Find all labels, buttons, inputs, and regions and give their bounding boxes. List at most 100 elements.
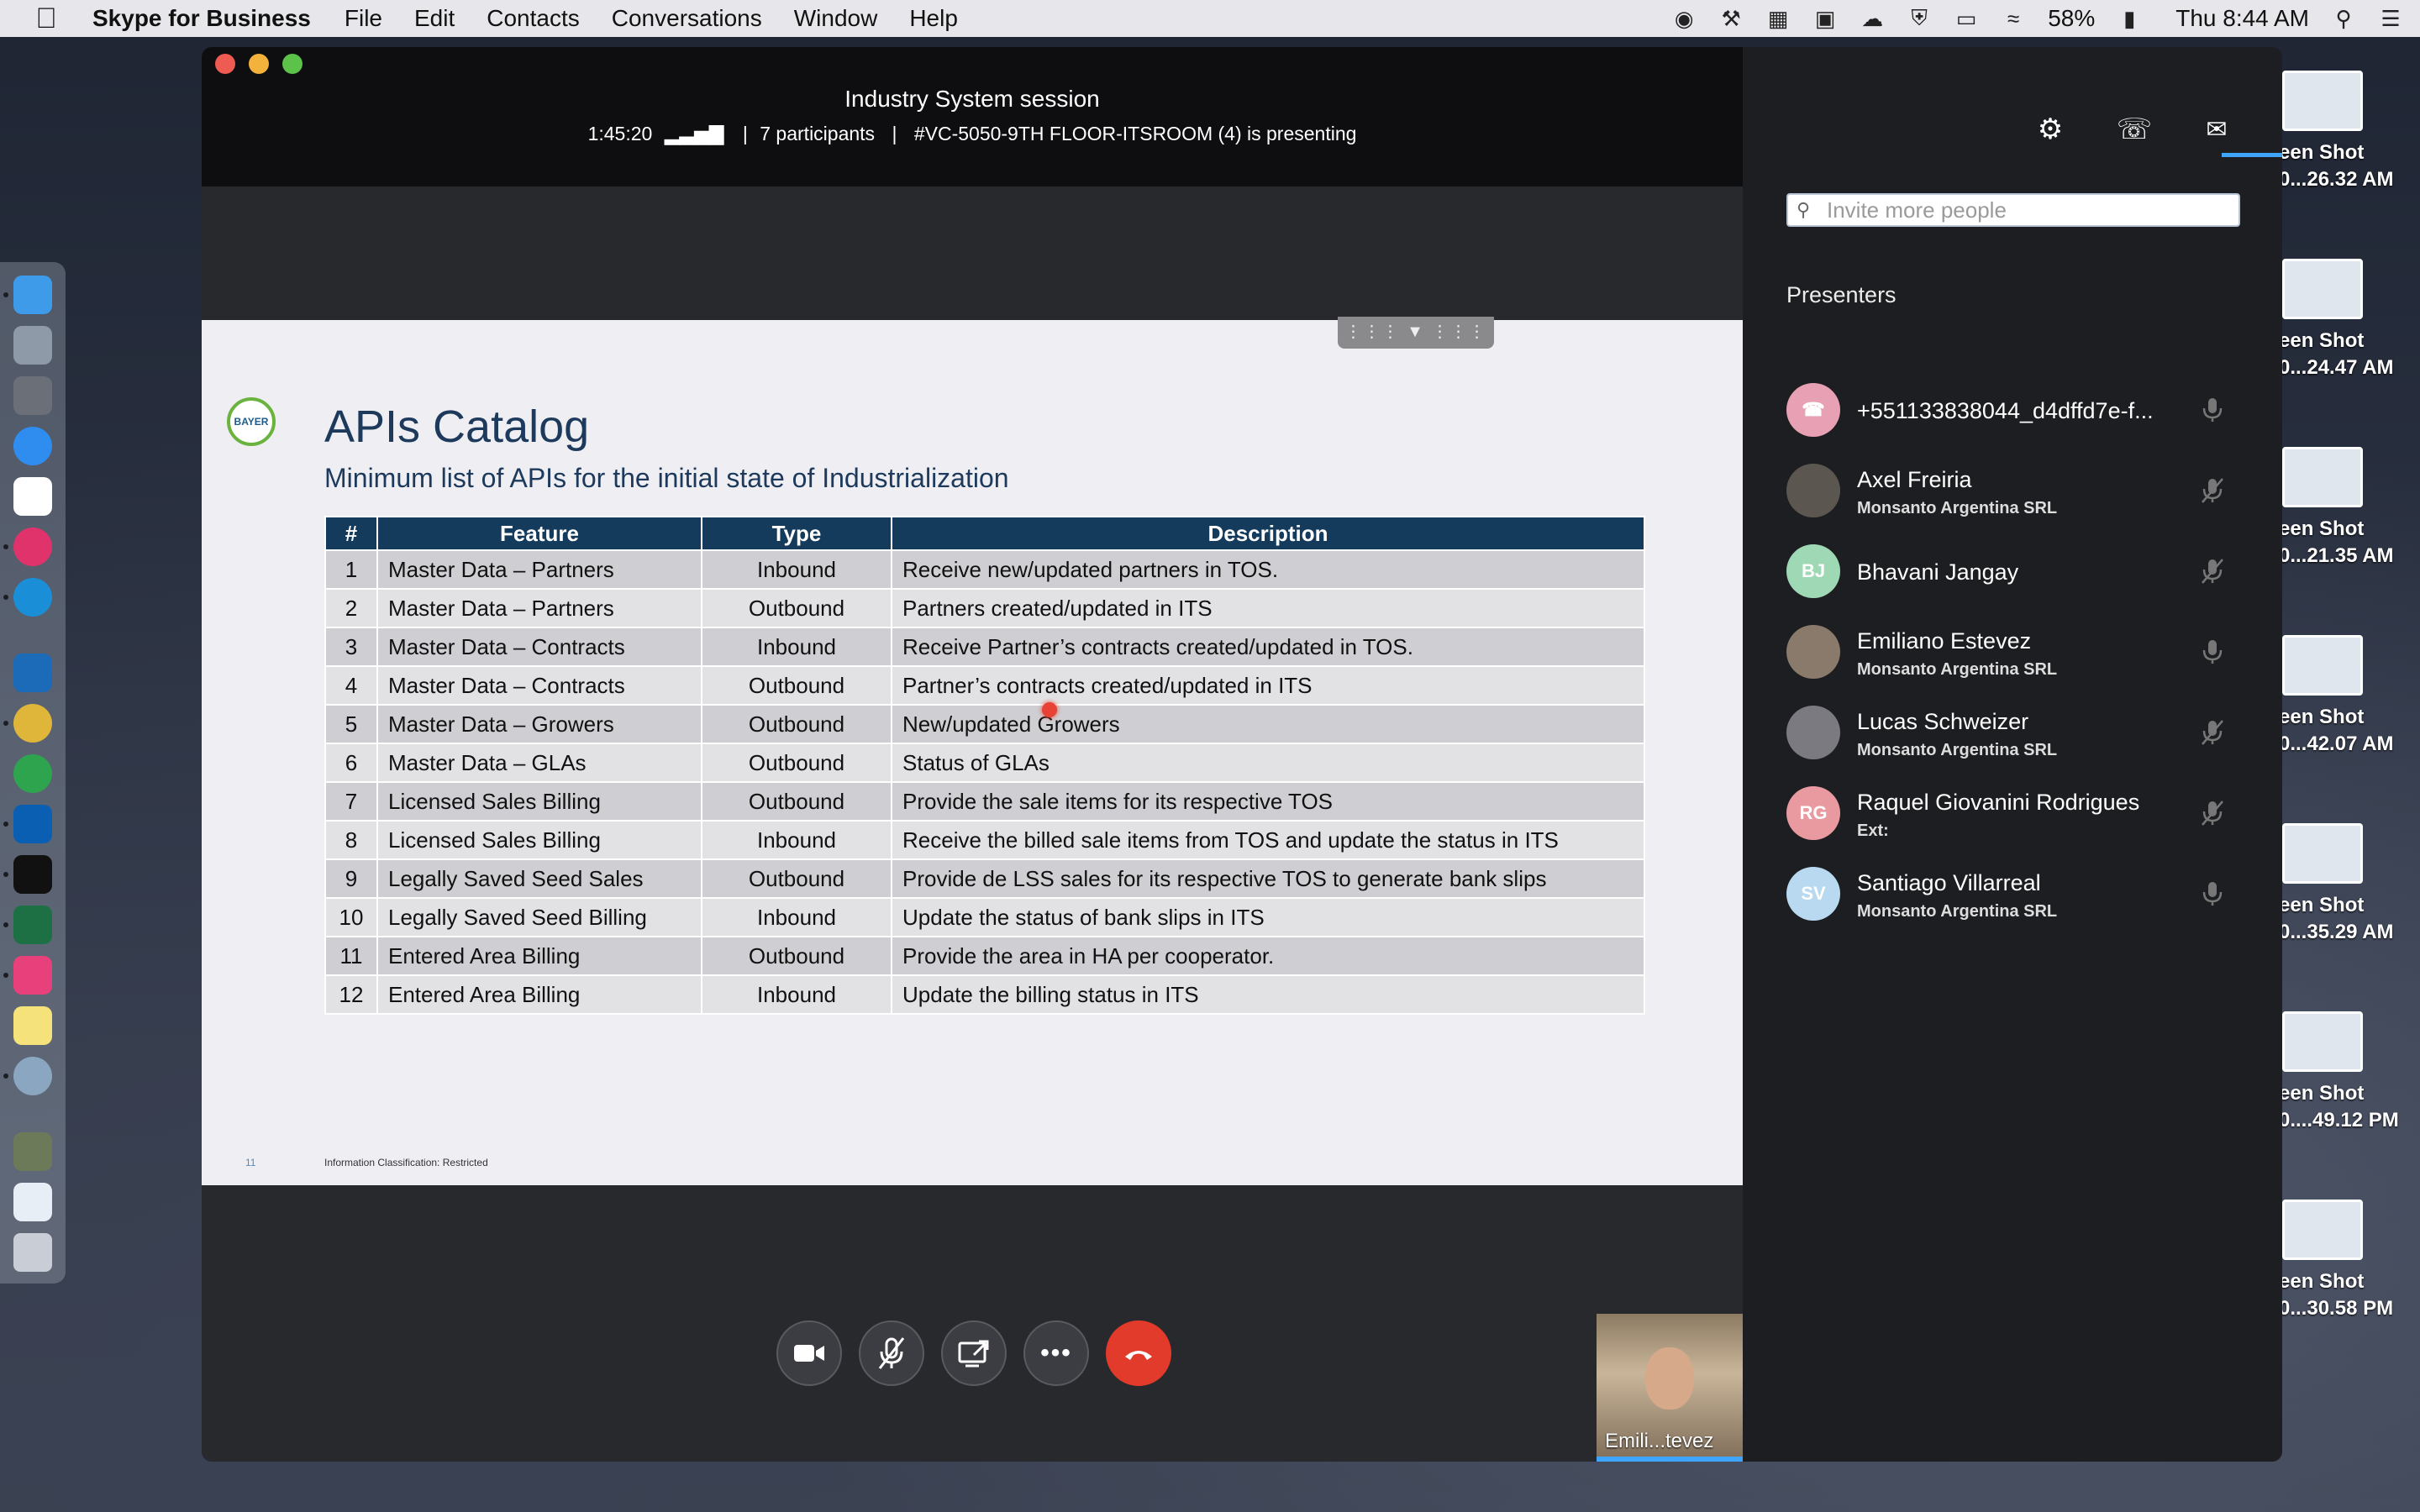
airplay-icon[interactable]: ▭ — [1954, 6, 1979, 31]
participant-row[interactable]: SV Santiago Villarreal Monsanto Argentina … — [1786, 867, 2257, 934]
mute-button[interactable] — [859, 1320, 924, 1386]
keychain-icon[interactable] — [13, 1057, 52, 1095]
cell-description: Partners created/updated in ITS — [891, 588, 1645, 628]
status-tray: ◉ ⚒ ▦ ▣ ☁ ⛨ ▭ ≈ 58% ▮ Thu 8:44 AM ⚲ ☰ — [1671, 0, 2403, 37]
downloads-stack-icon[interactable] — [13, 1183, 52, 1221]
zoom-window-button[interactable] — [282, 54, 302, 74]
outlook-icon[interactable] — [13, 805, 52, 843]
participant-name: Santiago Villarreal — [1857, 870, 2041, 895]
app-menu[interactable]: Skype for Business — [92, 5, 311, 32]
participants-tab[interactable]: ♟ — [2275, 109, 2282, 150]
table-row: 7 Licensed Sales Billing Outbound Provide t… — [324, 781, 1645, 822]
participant-row[interactable]: ☎ +551133838044_d4dffd7e-f... — [1786, 383, 2257, 450]
avatar-initials: BJ — [1786, 544, 1840, 598]
accessibility-icon[interactable]: ◉ — [1671, 6, 1697, 31]
spotlight-search-icon[interactable]: ⚲ — [2331, 6, 2356, 31]
clock[interactable]: Thu 8:44 AM — [2175, 5, 2309, 32]
participant-row[interactable]: Emiliano Estevez Monsanto Argentina SRL — [1786, 625, 2257, 692]
desktop-file[interactable]: een Shot 0...24.47 AM — [2279, 259, 2420, 381]
chrome-icon[interactable] — [13, 704, 52, 743]
desktop-file[interactable]: een Shot 0...30.58 PM — [2279, 1200, 2420, 1322]
notes-icon[interactable] — [13, 1006, 52, 1045]
invite-field[interactable]: ⚲ — [1786, 193, 2240, 227]
table-row: 2 Master Data – Partners Outbound Partners … — [324, 588, 1645, 628]
desktop-file[interactable]: een Shot 0...26.32 AM — [2279, 71, 2420, 193]
share-screen-icon — [958, 1340, 989, 1368]
table-row: 3 Master Data – Contracts Inbound Receive P… — [324, 627, 1645, 667]
cell-description: New/updated Growers — [891, 704, 1645, 744]
minimize-window-button[interactable] — [249, 54, 269, 74]
excel-icon[interactable] — [13, 906, 52, 944]
finder-icon[interactable] — [13, 276, 52, 314]
microphone-icon[interactable] — [2200, 396, 2225, 423]
desktop-file[interactable]: een Shot 0...21.35 AM — [2279, 447, 2420, 570]
wifi-icon[interactable]: ≈ — [2001, 6, 2026, 31]
table-row: 4 Master Data – Contracts Outbound Partner’… — [324, 665, 1645, 706]
file-label: 0...42.07 AM — [2279, 732, 2394, 755]
close-window-button[interactable] — [215, 54, 235, 74]
wrench-icon[interactable]: ⚒ — [1718, 6, 1744, 31]
menu-help[interactable]: Help — [909, 5, 958, 32]
cell-description: Update the billing status in ITS — [891, 974, 1645, 1015]
participant-row[interactable]: Axel Freiria Monsanto Argentina SRL — [1786, 464, 2257, 531]
apple-menu-icon[interactable]:  — [0, 3, 92, 35]
participant-row[interactable]: Lucas Schweizer Monsanto Argentina SRL — [1786, 706, 2257, 773]
desktop-file[interactable]: een Shot 0...35.29 AM — [2279, 823, 2420, 946]
menu-file[interactable]: File — [345, 5, 382, 32]
chat-tab[interactable]: ✉ — [2191, 109, 2242, 150]
remote-desktop-icon[interactable] — [13, 654, 52, 692]
terminal-icon[interactable] — [13, 855, 52, 894]
participant-count[interactable]: 7 participants — [760, 123, 875, 144]
sharing-control-tab[interactable]: ⋮⋮⋮ ▼ ⋮⋮⋮ — [1338, 317, 1494, 349]
menu-conversations[interactable]: Conversations — [612, 5, 762, 32]
docker-icon[interactable]: ▦ — [1765, 6, 1791, 31]
running-indicator — [3, 544, 8, 549]
microphone-muted-icon — [878, 1337, 905, 1369]
notification-center-icon[interactable]: ☰ — [2378, 6, 2403, 31]
photo-stack-icon[interactable] — [13, 1132, 52, 1171]
safari-icon[interactable] — [13, 427, 52, 465]
menu-edit[interactable]: Edit — [414, 5, 455, 32]
sync-icon[interactable] — [13, 754, 52, 793]
file-thumbnail — [2282, 823, 2363, 884]
skype-icon[interactable] — [13, 578, 52, 617]
battery-icon[interactable]: ▮ — [2117, 6, 2142, 31]
video-button[interactable] — [776, 1320, 842, 1386]
invite-input[interactable] — [1827, 197, 2230, 223]
share-screen-button[interactable] — [941, 1320, 1007, 1386]
microphone-icon[interactable] — [2200, 880, 2225, 907]
desktop-file[interactable]: een Shot 0....49.12 PM — [2279, 1011, 2420, 1134]
slack-icon[interactable] — [13, 528, 52, 566]
box-icon[interactable]: ▣ — [1812, 6, 1838, 31]
more-options-button[interactable]: ••• — [1023, 1320, 1089, 1386]
microphone-icon[interactable] — [2200, 638, 2225, 665]
cloud-icon[interactable]: ☁ — [1860, 6, 1885, 31]
avatar — [1786, 625, 1840, 679]
microphone-muted-icon[interactable] — [2200, 719, 2225, 746]
dial-pad-tab[interactable]: ☏ — [2109, 109, 2160, 150]
participant-row[interactable]: BJ Bhavani Jangay — [1786, 544, 2257, 612]
menu-contacts[interactable]: Contacts — [487, 5, 580, 32]
shield-icon[interactable]: ⛨ — [1907, 5, 1932, 31]
settings-tab[interactable]: ⚙ — [2025, 109, 2075, 150]
trash-icon[interactable] — [13, 1233, 52, 1272]
chat-bubble-icon: ✉ — [2206, 115, 2228, 144]
microphone-muted-icon[interactable] — [2200, 558, 2225, 585]
participant-organization: Ext: — [1857, 822, 1889, 840]
hang-up-button[interactable] — [1106, 1320, 1171, 1386]
launchpad-icon[interactable] — [13, 326, 52, 365]
table-row: 1 Master Data – Partners Inbound Receive ne… — [324, 549, 1645, 590]
phone-icon: ☏ — [2116, 113, 2153, 145]
participant-organization: Monsanto Argentina SRL — [1857, 660, 2058, 679]
intellij-icon[interactable] — [13, 956, 52, 995]
participant-row[interactable]: RG Raquel Giovanini Rodrigues Ext: — [1786, 786, 2257, 853]
microphone-muted-icon[interactable] — [2200, 800, 2225, 827]
cell-description: Provide de LSS sales for its respective … — [891, 858, 1645, 899]
self-video-preview[interactable]: Emili...tevez — [1597, 1314, 1743, 1462]
system-preferences-icon[interactable] — [13, 376, 52, 415]
desktop-file[interactable]: een Shot 0...42.07 AM — [2279, 635, 2420, 758]
cell-number: 11 — [324, 936, 378, 976]
menu-window[interactable]: Window — [794, 5, 878, 32]
microphone-muted-icon[interactable] — [2200, 477, 2225, 504]
calendar-icon[interactable] — [13, 477, 52, 516]
